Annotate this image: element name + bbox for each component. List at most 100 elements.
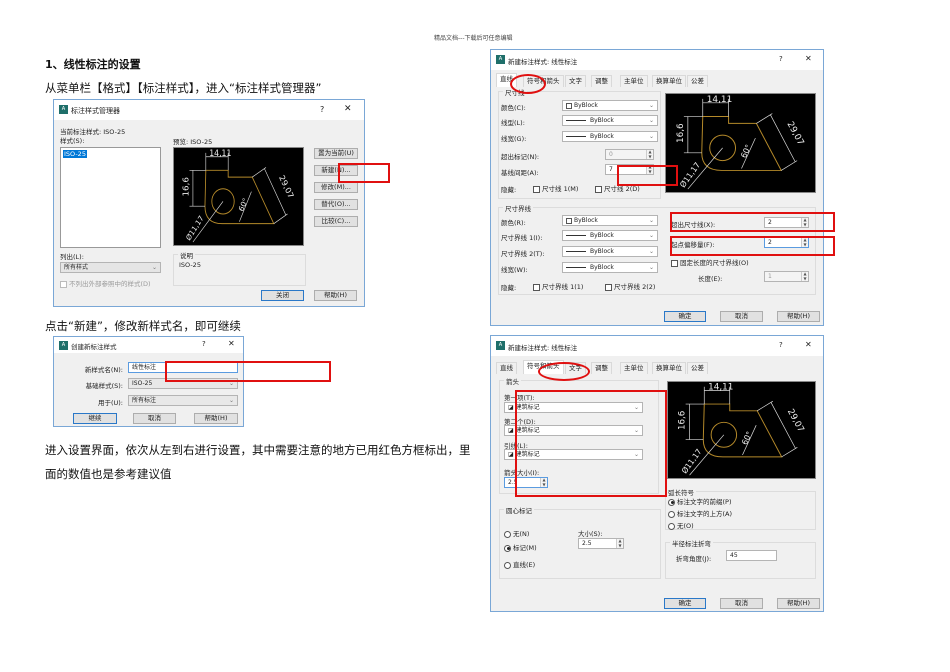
center-mark-radio[interactable]: 标记(M) — [504, 542, 537, 552]
preview-label-top: 14,11 — [707, 95, 733, 105]
close-icon[interactable]: ✕ — [344, 104, 352, 114]
line-sample-icon — [566, 136, 586, 137]
styles-listbox[interactable]: ISO-25 — [60, 147, 161, 248]
close-button[interactable]: 关闭 — [261, 290, 304, 301]
group-label: 尺寸界线 — [503, 203, 533, 213]
name-label: 新样式名(N): — [84, 366, 123, 374]
ok-button[interactable]: 确定 — [664, 598, 706, 609]
suppress-extline1-checkbox[interactable]: 尺寸界线 1(1) — [533, 281, 583, 291]
arc-none-radio[interactable]: 无(O) — [668, 520, 694, 530]
help-button[interactable]: 帮助(H) — [777, 598, 820, 609]
dialog-title: 标注样式管理器 — [71, 107, 120, 115]
tab-fit[interactable]: 调整 — [591, 362, 612, 374]
help-icon[interactable]: ? — [779, 341, 783, 349]
extline1-linetype-select[interactable]: ByBlock ⌄ — [562, 230, 658, 241]
close-icon[interactable]: ✕ — [228, 339, 235, 348]
center-line-radio[interactable]: 直线(E) — [504, 559, 535, 569]
tab-fit[interactable]: 调整 — [591, 75, 612, 87]
arc-above-radio[interactable]: 标注文字的上方(A) — [668, 508, 732, 518]
label: 尺寸界线 1(1) — [542, 283, 584, 291]
checkbox-icon — [533, 283, 540, 291]
preview-label-angle: 60° — [237, 196, 250, 212]
extend-ticks-spinner[interactable]: 0 ▲ ▼ — [605, 149, 654, 160]
center-none-radio[interactable]: 无(N) — [504, 528, 529, 538]
extline-lineweight-select[interactable]: ByBlock ⌄ — [562, 262, 658, 273]
checkbox-icon — [533, 185, 540, 193]
cancel-button[interactable]: 取消 — [720, 598, 763, 609]
chevron-down-icon: ⌄ — [648, 102, 654, 109]
tab-primary-units[interactable]: 主单位 — [620, 75, 648, 87]
style-preview: 14,11 16,6 29,07 60° Ø11,17 — [665, 93, 816, 193]
close-icon[interactable]: ✕ — [805, 54, 812, 63]
preview-label-dia: Ø11,17 — [680, 447, 704, 475]
help-icon[interactable]: ? — [202, 340, 206, 348]
tab-lines[interactable]: 直线 — [496, 362, 517, 374]
cancel-button[interactable]: 取消 — [133, 413, 176, 424]
help-icon[interactable]: ? — [320, 105, 324, 114]
jog-angle-input[interactable]: 45 — [726, 550, 777, 561]
length-spinner[interactable]: 1 ▲ ▼ — [764, 271, 809, 282]
preview-drawing: 14,11 16,6 29,07 60° Ø11,17 — [181, 148, 296, 242]
length-label: 长度(E): — [698, 275, 723, 283]
close-icon[interactable]: ✕ — [805, 340, 812, 349]
compare-button[interactable]: 比较(C)... — [314, 216, 358, 227]
tab-tolerances[interactable]: 公差 — [687, 75, 708, 87]
tab-text[interactable]: 文字 — [565, 75, 586, 87]
tab-alternate-units[interactable]: 换算单位 — [652, 75, 686, 87]
tab-primary-units[interactable]: 主单位 — [620, 362, 648, 374]
lineweight-label: 线宽(G): — [501, 135, 527, 143]
continue-button[interactable]: 继续 — [73, 413, 117, 424]
dimline-color-select[interactable]: ByBlock ⌄ — [562, 100, 658, 111]
ok-button[interactable]: 确定 — [664, 311, 706, 322]
suppress-dimline1-checkbox[interactable]: 尺寸线 1(M) — [533, 183, 578, 193]
set-current-button[interactable]: 置为当前(U) — [314, 148, 358, 159]
line-sample-icon — [566, 120, 586, 121]
help-icon[interactable]: ? — [779, 55, 783, 63]
checkbox-icon — [60, 280, 67, 288]
preview-shape — [701, 116, 783, 171]
help-button[interactable]: 帮助(H) — [194, 413, 238, 424]
dimline-lineweight-select[interactable]: ByBlock ⌄ — [562, 131, 658, 142]
use-for-value: 所有标注 — [132, 397, 157, 404]
spinner-arrows-icon[interactable]: ▲ ▼ — [801, 272, 808, 281]
extline2-linetype-select[interactable]: ByBlock ⌄ — [562, 246, 658, 257]
list-select[interactable]: 所有样式 ⌄ — [60, 262, 161, 273]
preview-label-dia: Ø11,17 — [677, 160, 702, 189]
value: 0 — [609, 151, 613, 158]
cancel-button[interactable]: 取消 — [720, 311, 763, 322]
color-swatch-icon — [566, 217, 572, 224]
style-preview: 14,11 16,6 29,07 60° Ø11,17 — [667, 381, 816, 479]
override-button[interactable]: 替代(O)... — [314, 199, 358, 210]
label: 无(N) — [513, 530, 530, 538]
tab-tolerances[interactable]: 公差 — [687, 362, 708, 374]
chevron-down-icon: ⌄ — [648, 117, 654, 124]
group-label: 半径标注折弯 — [670, 538, 713, 548]
group-label: 箭头 — [504, 376, 521, 386]
help-button[interactable]: 帮助(H) — [777, 311, 820, 322]
preview-label-left: 16,6 — [181, 177, 190, 196]
suppress-extline2-checkbox[interactable]: 尺寸界线 2(2) — [605, 281, 655, 291]
dimline-linetype-select[interactable]: ByBlock ⌄ — [562, 115, 658, 126]
preview-label: 预览: ISO-25 — [173, 138, 213, 146]
annotation-box-new — [338, 163, 390, 183]
help-button[interactable]: 帮助(H) — [314, 290, 357, 301]
arc-prefix-radio[interactable]: 标注文字的前缀(P) — [668, 496, 732, 506]
value: ByBlock — [590, 232, 614, 239]
radio-icon — [504, 530, 511, 538]
tab-alternate-units[interactable]: 换算单位 — [652, 362, 686, 374]
linetype-label: 线型(L): — [501, 119, 525, 127]
xref-checkbox[interactable]: 不列出外部参照中的样式(D) — [60, 278, 151, 288]
baseline-spacing-label: 基线间距(A): — [501, 169, 539, 177]
extline-color-select[interactable]: ByBlock ⌄ — [562, 215, 658, 226]
chevron-down-icon: ⌄ — [648, 248, 654, 255]
modify-button[interactable]: 修改(M)... — [314, 182, 358, 193]
base-style-label: 基础样式(S): — [85, 382, 123, 390]
label: 标注文字的上方(A) — [677, 510, 733, 518]
checkbox-icon — [595, 185, 602, 193]
center-size-spinner[interactable]: 2.5 ▲ ▼ — [578, 538, 624, 549]
spinner-arrows-icon[interactable]: ▲ ▼ — [646, 150, 653, 159]
style-item[interactable]: ISO-25 — [63, 150, 87, 158]
spinner-arrows-icon[interactable]: ▲ ▼ — [616, 539, 623, 548]
fixed-length-checkbox[interactable]: 固定长度的尺寸界线(O) — [671, 257, 749, 267]
use-for-select[interactable]: 所有标注 ⌄ — [128, 395, 238, 406]
